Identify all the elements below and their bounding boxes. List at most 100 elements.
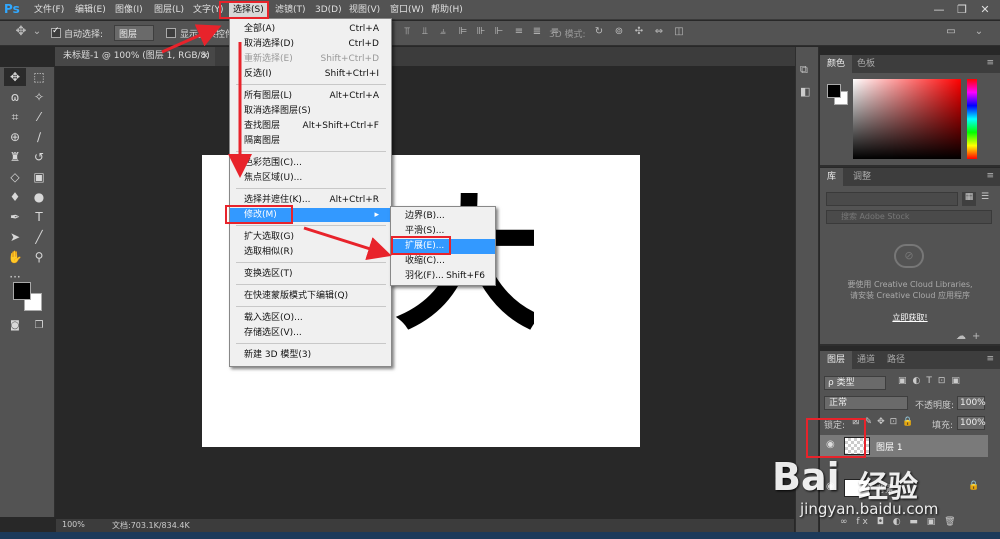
zoom-tool-icon[interactable]: ⚲ bbox=[28, 248, 50, 266]
line-tool-icon[interactable]: ╱ bbox=[28, 228, 50, 246]
tab-paths[interactable]: 路径 bbox=[880, 351, 912, 369]
magic-wand-icon[interactable]: ✧ bbox=[28, 88, 50, 106]
type-tool-icon[interactable]: T bbox=[28, 208, 50, 226]
foreground-color-swatch[interactable] bbox=[13, 282, 31, 300]
list-view-icon[interactable]: ☰ bbox=[978, 192, 992, 206]
panel-menu-icon[interactable]: ≡ bbox=[986, 354, 994, 364]
pen-tool-icon[interactable]: ✒ bbox=[4, 208, 26, 226]
auto-select-dropdown[interactable]: 图层 bbox=[114, 25, 154, 41]
chevron-down-icon[interactable]: ⌄ bbox=[972, 26, 986, 40]
panel-menu-icon[interactable]: ≡ bbox=[986, 171, 994, 181]
menu-filter[interactable]: 滤镜(T) bbox=[271, 3, 310, 18]
align-right-icon[interactable]: ⊩ bbox=[492, 26, 506, 40]
tab-adjustments[interactable]: 调整 bbox=[846, 168, 878, 186]
marquee-tool-icon[interactable]: ⬚ bbox=[28, 68, 50, 86]
opacity-input[interactable]: 100% bbox=[957, 396, 986, 410]
menu-item-quick-mask[interactable]: 在快速蒙版模式下编辑(Q) bbox=[230, 289, 391, 303]
path-select-icon[interactable]: ➤ bbox=[4, 228, 26, 246]
menu-view[interactable]: 视图(V) bbox=[345, 3, 384, 18]
distribute-top-icon[interactable]: ≡ bbox=[512, 26, 526, 40]
history-brush-icon[interactable]: ↺ bbox=[28, 148, 50, 166]
panel-menu-icon[interactable]: ≡ bbox=[986, 58, 994, 68]
cloud-sync-icon[interactable]: ☁ bbox=[956, 331, 966, 342]
slide-3d-icon[interactable]: ⇔ bbox=[652, 26, 666, 40]
rotate-3d-icon[interactable]: ↻ bbox=[592, 26, 606, 40]
align-center-icon[interactable]: ⊪ bbox=[474, 26, 488, 40]
crop-tool-icon[interactable]: ⌗ bbox=[4, 108, 26, 126]
auto-select-checkbox[interactable] bbox=[51, 26, 61, 38]
close-tab-icon[interactable]: × bbox=[201, 47, 209, 66]
menu-item-save-selection[interactable]: 存储选区(V)... bbox=[230, 326, 391, 340]
hue-slider[interactable] bbox=[967, 79, 977, 159]
clone-stamp-icon[interactable]: ♜ bbox=[4, 148, 26, 166]
tab-libraries[interactable]: 库 bbox=[820, 168, 844, 186]
menu-item-deselect-layers[interactable]: 取消选择图层(S) bbox=[230, 104, 391, 118]
pan-3d-icon[interactable]: ✣ bbox=[632, 26, 646, 40]
move-tool-icon[interactable]: ✥ bbox=[14, 24, 28, 39]
menu-item-inverse[interactable]: 反选(I) Shift+Ctrl+I bbox=[230, 67, 391, 81]
align-middle-icon[interactable]: ⫫ bbox=[418, 26, 432, 40]
tab-color[interactable]: 颜色 bbox=[820, 55, 853, 73]
menu-item-select-all[interactable]: 全部(A) Ctrl+A bbox=[230, 22, 391, 36]
submenu-item-feather[interactable]: 羽化(F)... Shift+F6 bbox=[391, 269, 495, 284]
eyedropper-icon[interactable]: ⁄ bbox=[28, 108, 50, 126]
menu-help[interactable]: 帮助(H) bbox=[427, 3, 467, 18]
menu-item-reselect[interactable]: 重新选择(E) Shift+Ctrl+D bbox=[230, 52, 391, 66]
workspace-icon[interactable]: ▭ bbox=[944, 26, 958, 40]
stock-search-input[interactable]: 搜索 Adobe Stock bbox=[826, 210, 992, 224]
fill-input[interactable]: 100% bbox=[957, 416, 986, 430]
align-bottom-icon[interactable]: ⫨ bbox=[436, 26, 450, 40]
tab-layers[interactable]: 图层 bbox=[820, 351, 853, 369]
zoom-level[interactable]: 100% bbox=[62, 520, 85, 529]
align-left-icon[interactable]: ⊫ bbox=[456, 26, 470, 40]
close-icon[interactable]: ✕ bbox=[974, 1, 996, 18]
layers-footer-icons[interactable]: ∞ fx ◘ ◐ ▬ ▣ 🗑 bbox=[840, 517, 959, 527]
menu-item-all-layers[interactable]: 所有图层(L) Alt+Ctrl+A bbox=[230, 89, 391, 103]
minimize-icon[interactable]: — bbox=[928, 1, 950, 18]
lasso-tool-icon[interactable]: ɷ bbox=[4, 88, 26, 106]
quick-mask-icon[interactable]: ◙ bbox=[4, 317, 26, 335]
foreground-color-swatch[interactable] bbox=[827, 84, 841, 98]
document-tab[interactable]: 未标题-1 @ 100% (图层 1, RGB/8) * × bbox=[55, 47, 215, 80]
tab-swatches[interactable]: 色板 bbox=[850, 55, 882, 73]
distribute-middle-icon[interactable]: ≣ bbox=[530, 26, 544, 40]
roll-3d-icon[interactable]: ⊚ bbox=[612, 26, 626, 40]
chevron-down-icon[interactable]: ⌄ bbox=[30, 26, 44, 40]
color-field[interactable] bbox=[853, 79, 961, 159]
healing-brush-icon[interactable]: ⊕ bbox=[4, 128, 26, 146]
menu-item-isolate-layers[interactable]: 隔离图层 bbox=[230, 134, 391, 148]
properties-panel-icon[interactable]: ◧ bbox=[800, 85, 810, 98]
tab-channels[interactable]: 通道 bbox=[850, 351, 882, 369]
menu-layer[interactable]: 图层(L) bbox=[150, 3, 188, 18]
gradient-tool-icon[interactable]: ▣ bbox=[28, 168, 50, 186]
move-tool-icon[interactable]: ✥ bbox=[4, 68, 26, 86]
dodge-tool-icon[interactable]: ● bbox=[28, 188, 50, 206]
menu-item-similar[interactable]: 选取相似(R) bbox=[230, 245, 391, 259]
menu-item-grow[interactable]: 扩大选取(G) bbox=[230, 230, 391, 244]
scale-3d-icon[interactable]: ◫ bbox=[672, 26, 686, 40]
blend-mode-dropdown[interactable]: 正常 bbox=[824, 396, 908, 410]
show-transform-checkbox[interactable] bbox=[166, 28, 176, 38]
menu-item-new-3d-model[interactable]: 新建 3D 模型(3) bbox=[230, 348, 391, 362]
grid-view-icon[interactable]: ▦ bbox=[962, 192, 976, 206]
align-top-icon[interactable]: ⫪ bbox=[400, 26, 414, 40]
menu-item-load-selection[interactable]: 载入选区(O)... bbox=[230, 311, 391, 325]
menu-item-focus-area[interactable]: 焦点区域(U)... bbox=[230, 171, 391, 185]
menu-image[interactable]: 图像(I) bbox=[111, 3, 147, 18]
install-cc-link[interactable]: 立即获取! bbox=[820, 312, 1000, 323]
menu-file[interactable]: 文件(F) bbox=[30, 3, 68, 18]
menu-window[interactable]: 窗口(W) bbox=[386, 3, 428, 18]
brush-tool-icon[interactable]: ∕ bbox=[28, 128, 50, 146]
menu-item-find-layers[interactable]: 查找图层 Alt+Shift+Ctrl+F bbox=[230, 119, 391, 133]
history-panel-icon[interactable]: ⧉ bbox=[800, 63, 808, 77]
menu-item-color-range[interactable]: 色彩范围(C)... bbox=[230, 156, 391, 170]
maximize-icon[interactable]: ❐ bbox=[951, 1, 973, 18]
layer-filter-icons[interactable]: ▣◐T⊡▣ bbox=[898, 376, 966, 386]
blur-tool-icon[interactable]: ♦ bbox=[4, 188, 26, 206]
layer-filter-dropdown[interactable]: ρ 类型 bbox=[824, 376, 886, 390]
submenu-item-contract[interactable]: 收缩(C)... bbox=[391, 254, 495, 269]
menu-edit[interactable]: 编辑(E) bbox=[71, 3, 110, 18]
layer-name[interactable]: 图层 1 bbox=[876, 440, 903, 453]
library-select-dropdown[interactable] bbox=[826, 192, 958, 206]
menu-item-transform-selection[interactable]: 变换选区(T) bbox=[230, 267, 391, 281]
